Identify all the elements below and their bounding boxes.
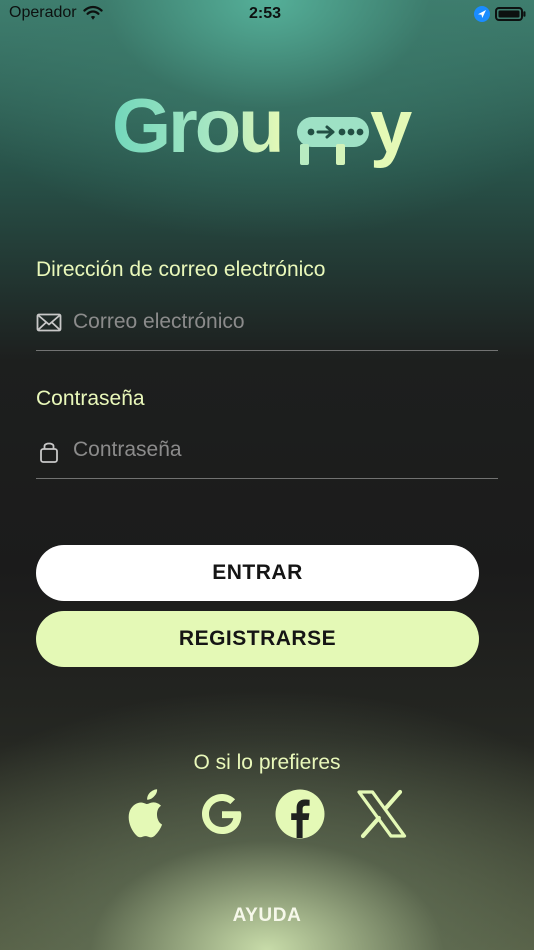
help-link[interactable]: AYUDA: [0, 905, 534, 927]
social-login-prompt: O si lo prefieres: [193, 751, 341, 774]
clock: 2:53: [249, 5, 282, 22]
lock-icon: [40, 442, 58, 463]
email-label: Dirección de correo electrónico: [36, 258, 326, 281]
login-screen: Operador 2:53 Grou y Dirección de correo…: [0, 0, 534, 950]
email-input[interactable]: [73, 301, 493, 343]
location-arrow-icon: [474, 6, 490, 22]
password-label: Contraseña: [36, 387, 145, 410]
mail-icon: [36, 313, 62, 332]
svg-text:y: y: [370, 92, 412, 169]
grouppy-logo: Grou y: [112, 92, 415, 169]
x-icon[interactable]: [354, 786, 410, 842]
facebook-icon[interactable]: [272, 786, 328, 842]
status-bar: Operador 2:53: [0, 0, 534, 30]
email-field[interactable]: [36, 300, 498, 351]
register-button[interactable]: REGISTRARSE: [36, 611, 479, 667]
wifi-icon: [83, 5, 103, 20]
svg-text:Grou: Grou: [112, 92, 282, 169]
google-icon[interactable]: [194, 786, 250, 842]
apple-icon[interactable]: [118, 786, 174, 842]
password-input[interactable]: [73, 429, 493, 471]
carrier-label: Operador: [9, 4, 77, 21]
login-button[interactable]: ENTRAR: [36, 545, 479, 601]
battery-icon: [495, 7, 526, 21]
password-field[interactable]: [36, 428, 498, 479]
